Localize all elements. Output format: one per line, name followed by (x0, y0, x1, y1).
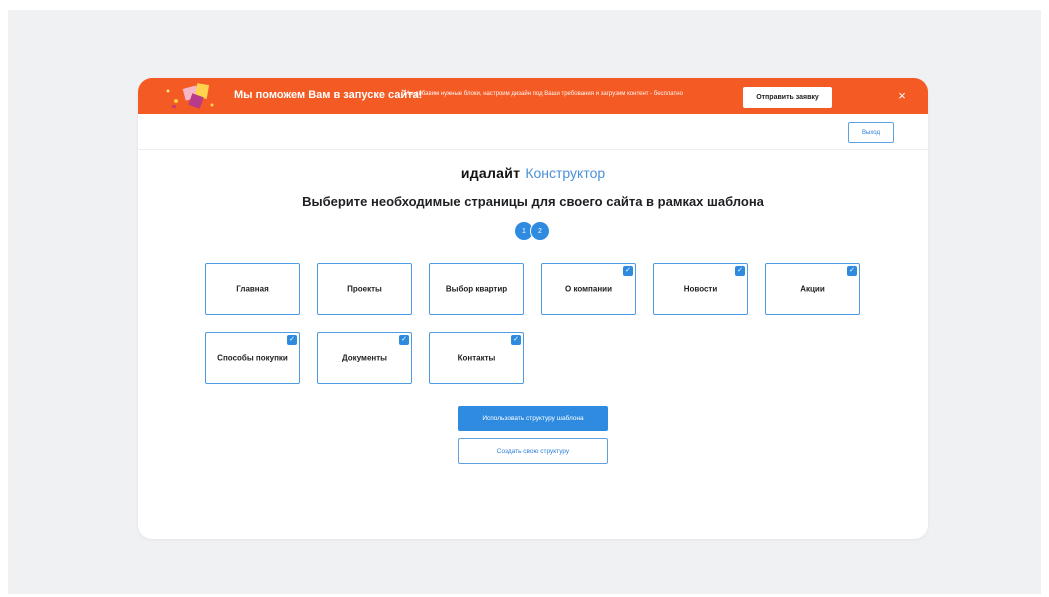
page-card-label: Выбор квартир (445, 284, 508, 294)
page-card-label: Акции (800, 284, 825, 294)
page-card-label: Проекты (347, 284, 382, 294)
page-card-promotions[interactable]: ✓ Акции (765, 263, 860, 315)
promo-subtitle: Мы добавим нужные блоки, настроим дизайн… (404, 91, 683, 97)
checkmark-icon[interactable]: ✓ (399, 335, 409, 345)
brand-title: идалайт Конструктор (138, 165, 928, 181)
step-2[interactable]: 2 (530, 221, 550, 241)
page-card-label: Документы (342, 353, 387, 363)
send-request-button[interactable]: Отправить заявку (743, 87, 832, 108)
page-card-label: Контакты (457, 353, 496, 363)
page-card-label: Новости (683, 284, 718, 294)
page-card-projects[interactable]: Проекты (317, 263, 412, 315)
promo-banner: Мы поможем Вам в запуске сайта! Мы добав… (138, 78, 928, 114)
page-card-news[interactable]: ✓ Новости (653, 263, 748, 315)
brand-logo: идалайт (460, 165, 521, 181)
promo-illustration-icon (166, 83, 214, 109)
page-card-label: Способы покупки (217, 353, 288, 363)
create-own-structure-button[interactable]: Создать свою структуру (458, 438, 608, 464)
checkmark-icon[interactable]: ✓ (511, 335, 521, 345)
page-card-contacts[interactable]: ✓ Контакты (429, 332, 524, 384)
page-card-documents[interactable]: ✓ Документы (317, 332, 412, 384)
page-card-label: О компании (565, 284, 612, 294)
page-card-purchase-methods[interactable]: ✓ Способы покупки (205, 332, 300, 384)
checkmark-icon[interactable]: ✓ (735, 266, 745, 276)
page-card-home[interactable]: Главная (205, 263, 300, 315)
close-icon[interactable]: × (893, 87, 911, 105)
use-template-structure-button[interactable]: Использовать структуру шаблона (458, 406, 608, 431)
checkmark-icon[interactable]: ✓ (847, 266, 857, 276)
page-card-apartments[interactable]: Выбор квартир (429, 263, 524, 315)
page-card-label: Главная (236, 284, 269, 294)
checkmark-icon[interactable]: ✓ (623, 266, 633, 276)
top-bar: Выход (138, 114, 928, 150)
promo-title: Мы поможем Вам в запуске сайта! (234, 89, 423, 101)
page-card-about[interactable]: ✓ О компании (541, 263, 636, 315)
constructor-window: Мы поможем Вам в запуске сайта! Мы добав… (138, 78, 928, 539)
page-heading: Выберите необходимые страницы для своего… (302, 194, 764, 209)
checkmark-icon[interactable]: ✓ (287, 335, 297, 345)
brand-product: Конструктор (525, 165, 606, 181)
exit-button[interactable]: Выход (848, 122, 894, 143)
